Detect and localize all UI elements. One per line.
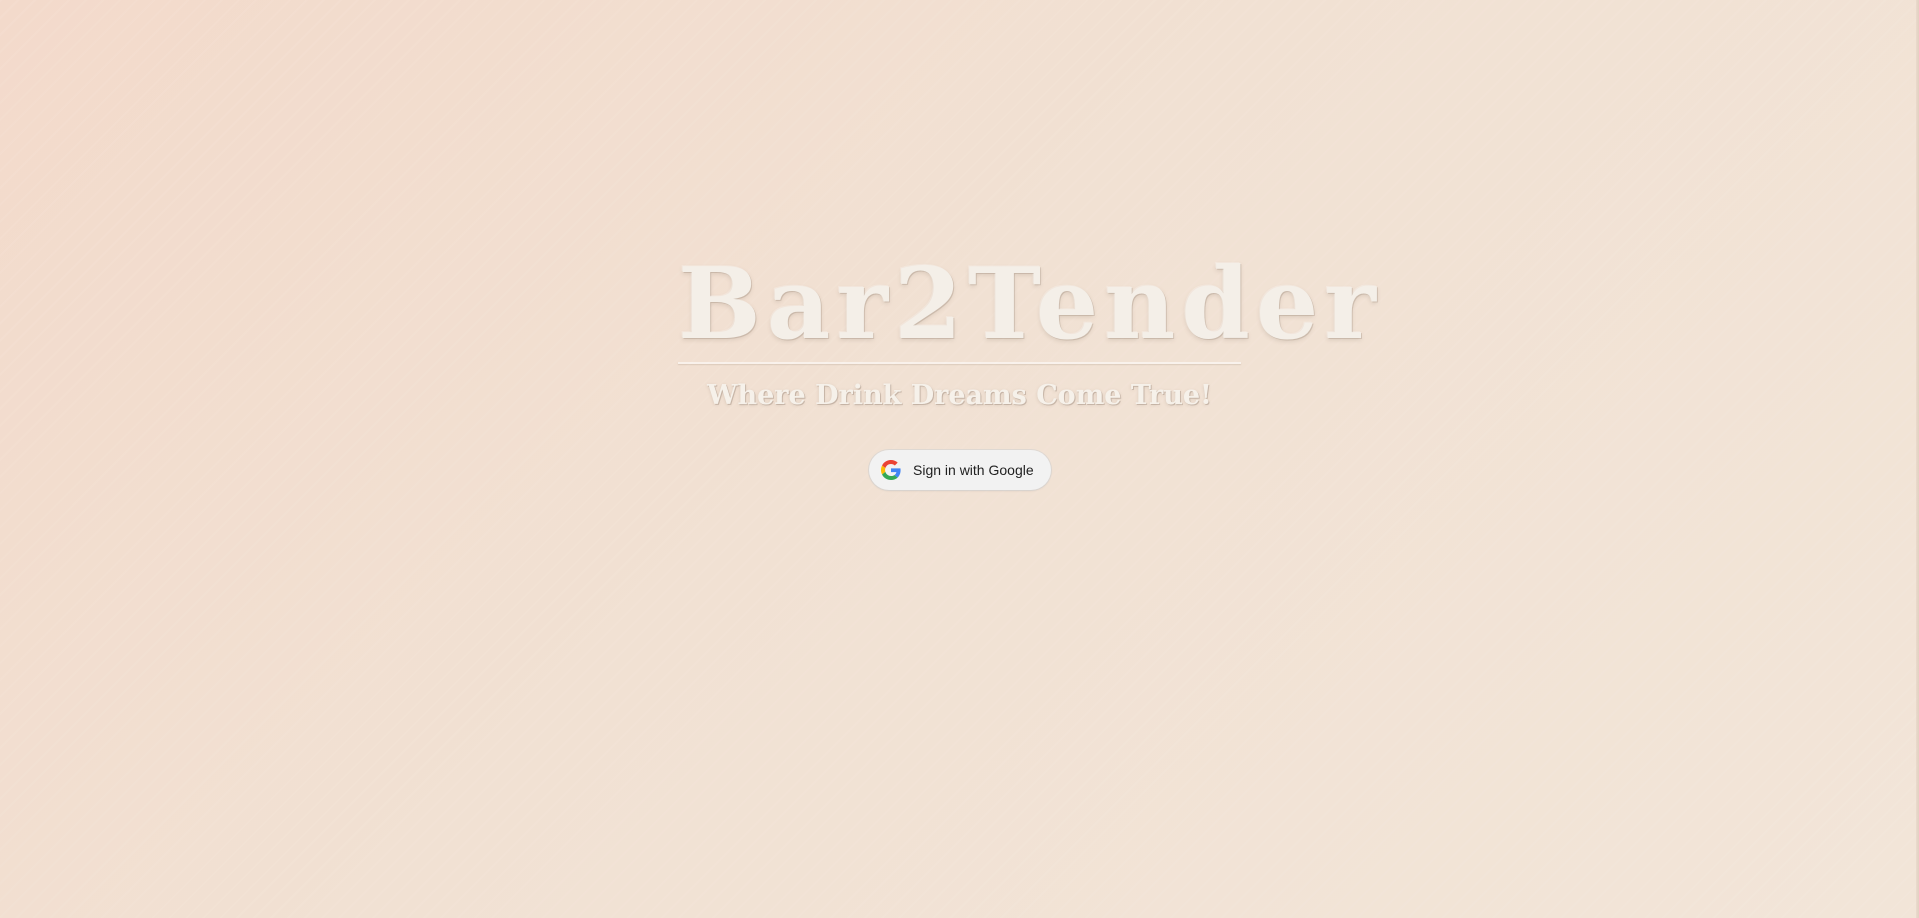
google-sign-in-button[interactable]: Sign in with Google (869, 450, 1051, 490)
title-divider (678, 362, 1241, 364)
google-sign-in-label: Sign in with Google (913, 462, 1034, 478)
google-g-icon (881, 460, 901, 480)
app-title: Bar2Tender (678, 247, 1382, 362)
login-hero: Bar2Tender Where Drink Dreams Come True!… (0, 0, 1919, 918)
tagline: Where Drink Dreams Come True! (707, 380, 1212, 411)
